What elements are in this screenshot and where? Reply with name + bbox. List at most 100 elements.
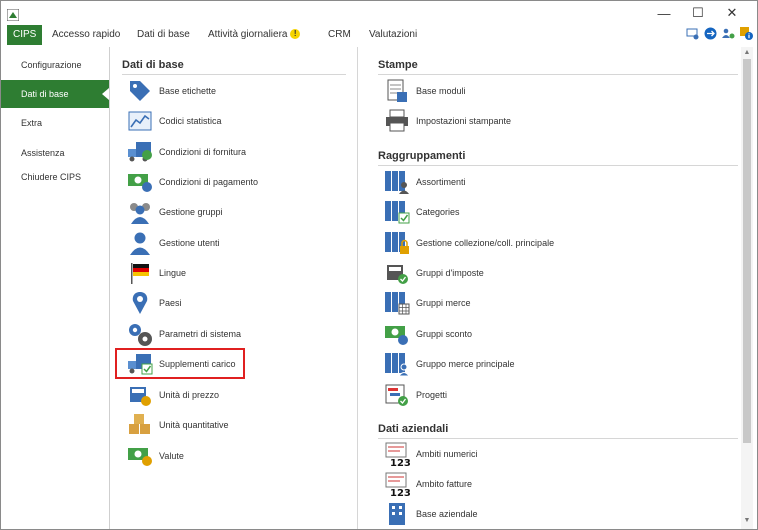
- item-label: Ambiti numerici: [416, 449, 478, 459]
- flag-icon: [131, 263, 149, 284]
- item-label: Parametri di sistema: [159, 329, 242, 339]
- item-label: Impostazioni stampante: [416, 116, 512, 126]
- number-badge: 123: [390, 458, 410, 467]
- tab-valutazioni[interactable]: Valutazioni: [369, 25, 417, 45]
- form-icon: [387, 79, 407, 102]
- item-assortimenti[interactable]: Assortimenti: [384, 169, 466, 195]
- item-gestione-collezione[interactable]: Gestione collezione/coll. principale: [384, 230, 554, 256]
- item-label: Gruppi merce: [416, 298, 471, 308]
- item-valute[interactable]: Valute: [127, 443, 184, 469]
- item-label: Ambito fatture: [416, 479, 473, 489]
- monitor-settings-icon[interactable]: [686, 27, 699, 40]
- discount-icon: [385, 326, 408, 345]
- section-divider: [378, 74, 738, 75]
- binders-table-icon: [385, 292, 410, 315]
- binders-user2-icon: [385, 353, 410, 377]
- sidebar-item-configurazione[interactable]: Configurazione: [1, 51, 109, 79]
- tag-icon: [130, 81, 150, 101]
- item-unita-quantitative[interactable]: Unità quantitative: [127, 412, 229, 438]
- close-button[interactable]: ✕: [717, 3, 747, 23]
- info-icon[interactable]: [740, 27, 753, 40]
- app-window: — ☐ ✕ CIPS Accesso rapido Dati di base A…: [0, 0, 758, 530]
- selected-arrow-icon: [102, 88, 109, 100]
- sidebar-item-extra[interactable]: Extra: [1, 109, 109, 137]
- maximize-button[interactable]: ☐: [683, 3, 713, 23]
- item-label: Base moduli: [416, 86, 466, 96]
- users-sync-icon[interactable]: [722, 27, 735, 40]
- item-label: Valute: [159, 451, 184, 461]
- item-base-etichette[interactable]: Base etichette: [127, 78, 216, 104]
- item-base-aziendale[interactable]: Base aziendale: [384, 501, 478, 527]
- scroll-up-icon[interactable]: ▲: [743, 49, 751, 57]
- number-badge: 123: [390, 488, 410, 497]
- item-progetti[interactable]: Progetti: [384, 382, 447, 408]
- item-paesi[interactable]: Paesi: [127, 290, 182, 316]
- item-label: Gruppi d'imposte: [416, 268, 484, 278]
- item-gruppo-merce-principale[interactable]: Gruppo merce principale: [384, 351, 515, 377]
- item-gruppi-sconto[interactable]: Gruppi sconto: [384, 321, 472, 347]
- item-label: Progetti: [416, 390, 448, 400]
- section-divider: [378, 165, 738, 166]
- sidebar-item-chiudere-cips[interactable]: Chiudere CIPS: [1, 163, 109, 191]
- map-pin-icon: [132, 292, 148, 314]
- item-ambiti-numerici[interactable]: 123 Ambiti numerici: [384, 441, 478, 467]
- item-label: Condizioni di fornitura: [159, 147, 247, 157]
- chart-icon: [128, 111, 152, 131]
- item-label: Assortimenti: [416, 177, 466, 187]
- title-bar: — ☐ ✕: [1, 1, 757, 23]
- item-categories[interactable]: Categories: [384, 199, 460, 225]
- item-gestione-gruppi[interactable]: Gestione gruppi: [127, 199, 223, 225]
- scroll-down-icon[interactable]: ▼: [743, 517, 751, 525]
- tab-crm[interactable]: CRM: [328, 25, 351, 45]
- section-title-raggruppamenti: Raggruppamenti: [378, 150, 466, 162]
- menu-bar: CIPS Accesso rapido Dati di base Attivit…: [1, 25, 757, 45]
- sidebar: Configurazione Dati di base Extra Assist…: [1, 47, 110, 529]
- item-label: Base etichette: [159, 86, 217, 96]
- item-label: Base aziendale: [416, 509, 478, 519]
- scrollbar-thumb[interactable]: [743, 59, 751, 443]
- item-label: Gruppo merce principale: [416, 359, 515, 369]
- money-icon: [128, 174, 152, 192]
- column-separator: [357, 47, 358, 529]
- register-icon: [130, 387, 151, 406]
- item-gestione-utenti[interactable]: Gestione utenti: [127, 230, 220, 256]
- truck-icon: [128, 142, 152, 162]
- item-label: Condizioni di pagamento: [159, 177, 259, 187]
- item-parametri-di-sistema[interactable]: Parametri di sistema: [127, 321, 241, 347]
- tab-attivita-giornaliera[interactable]: Attività giornaliera !: [208, 25, 301, 45]
- item-label: Gestione collezione/coll. principale: [416, 238, 555, 248]
- remote-support-icon[interactable]: [704, 27, 717, 40]
- item-ambito-fatture[interactable]: 123 Ambito fatture: [384, 471, 472, 497]
- item-gruppi-d-imposte[interactable]: Gruppi d'imposte: [384, 260, 484, 286]
- notification-badge: !: [290, 29, 301, 40]
- currency-icon: [128, 448, 152, 466]
- tab-cips[interactable]: CIPS: [7, 25, 43, 45]
- highlight-box: [115, 348, 245, 379]
- item-unita-di-prezzo[interactable]: Unità di prezzo: [127, 382, 219, 408]
- tab-dati-di-base[interactable]: Dati di base: [137, 25, 190, 45]
- tab-accesso-rapido[interactable]: Accesso rapido: [52, 25, 120, 45]
- item-condizioni-di-fornitura[interactable]: Condizioni di fornitura: [127, 139, 246, 165]
- item-label: Lingue: [159, 268, 187, 278]
- item-codici-statistica[interactable]: Codici statistica: [127, 108, 222, 134]
- number-doc-icon: 123: [385, 442, 410, 467]
- boxes-icon: [129, 414, 150, 434]
- item-base-moduli[interactable]: Base moduli: [384, 78, 466, 104]
- section-title-dati-aziendali: Dati aziendali: [378, 423, 449, 435]
- register-check-icon: [387, 265, 408, 284]
- item-lingue[interactable]: Lingue: [127, 260, 186, 286]
- item-condizioni-di-pagamento[interactable]: Condizioni di pagamento: [127, 169, 258, 195]
- project-icon: [385, 384, 408, 406]
- printer-icon: [386, 109, 408, 132]
- minimize-button[interactable]: —: [649, 3, 679, 23]
- item-gruppi-merce[interactable]: Gruppi merce: [384, 290, 471, 316]
- binders-lock-icon: [385, 232, 409, 254]
- item-label: Paesi: [159, 298, 182, 308]
- section-divider: [378, 438, 738, 439]
- gears-icon: [129, 324, 152, 346]
- building-icon: [389, 503, 405, 525]
- invoice-number-icon: 123: [385, 472, 410, 497]
- item-label: Gestione gruppi: [159, 207, 223, 217]
- item-impostazioni-stampante[interactable]: Impostazioni stampante: [384, 108, 511, 134]
- sidebar-item-dati-di-base[interactable]: Dati di base: [1, 80, 109, 108]
